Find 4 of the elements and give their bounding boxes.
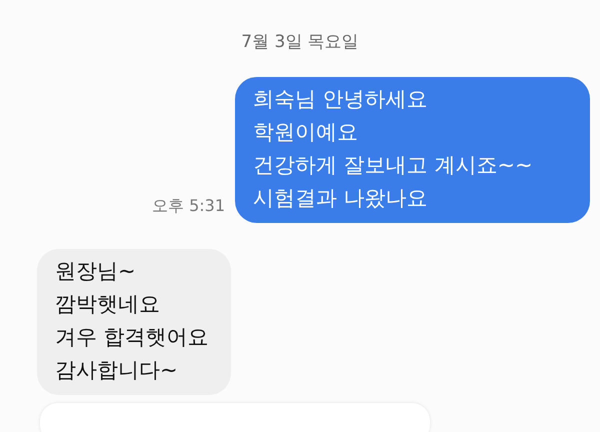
date-divider: 7월 3일 목요일 (240, 31, 360, 53)
message-time: 오후 5:31 (152, 196, 225, 217)
message-bubble: 원장님~ 깜박햇네요 겨우 합격햇어요 감사합니다~ (37, 249, 231, 395)
message-bubble: 희숙님 안녕하세요 학원이예요 건강하게 잘보내고 계시죠~~ 시험결과 나왔나요 (235, 77, 590, 223)
